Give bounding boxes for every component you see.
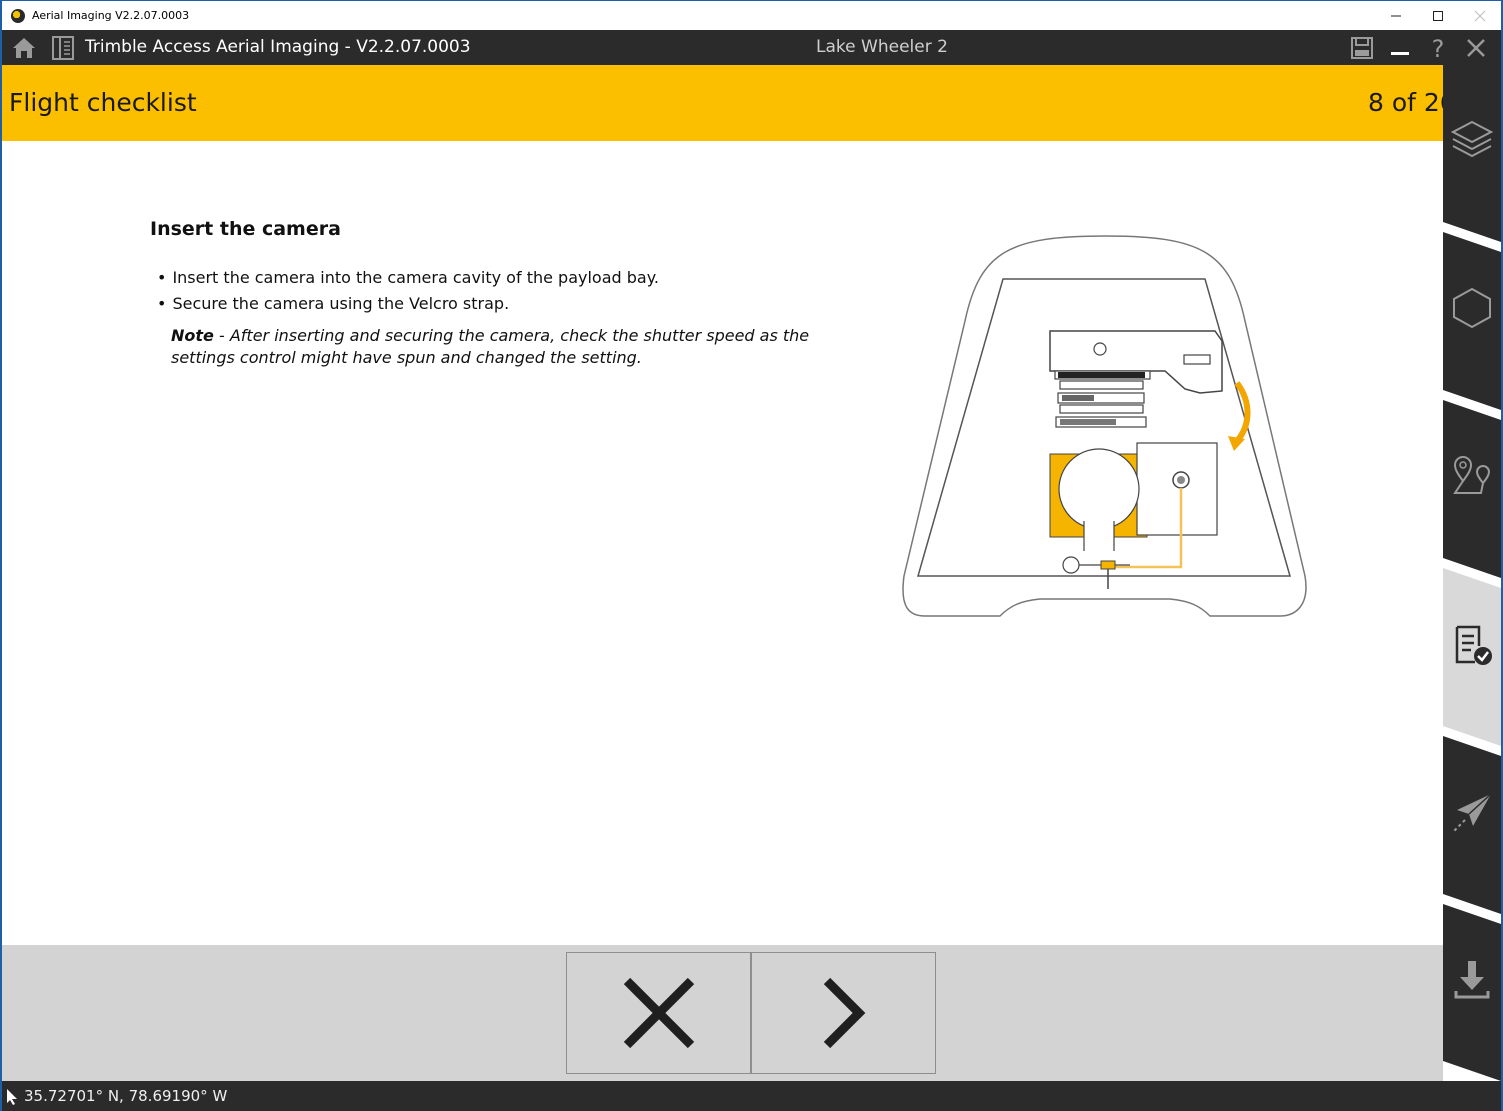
app-logo-icon [11, 8, 25, 23]
sidebar-tab-download[interactable] [1443, 904, 1501, 1081]
cursor-icon [7, 1089, 17, 1105]
hexagon-icon [1453, 287, 1491, 329]
close-app-button[interactable] [1462, 34, 1490, 62]
instruction-list: Insert the camera into the camera cavity… [157, 265, 659, 317]
camera-insertion-illustration [902, 235, 1307, 617]
window-maximize-button[interactable] [1417, 1, 1459, 31]
panel-icon [52, 36, 74, 60]
project-name: Lake Wheeler 2 [816, 37, 948, 57]
app-header: Trimble Access Aerial Imaging - V2.2.07.… [2, 30, 1501, 65]
step-content: Insert the camera Insert the camera into… [2, 141, 1443, 945]
maximize-icon [1433, 11, 1443, 21]
chevron-right-icon [823, 977, 865, 1049]
cancel-button[interactable] [566, 952, 751, 1074]
minimize-app-button[interactable] [1386, 34, 1414, 62]
status-bar: 35.72701° N, 78.69190° W [2, 1081, 1501, 1111]
minimize-icon [1391, 52, 1409, 55]
sidebar-tab-flight[interactable] [1443, 736, 1501, 899]
instruction-item: Secure the camera using the Velcro strap… [157, 291, 659, 317]
window-minimize-button[interactable] [1375, 1, 1417, 31]
step-counter: 8 of 26 [1368, 88, 1443, 117]
window-close-button[interactable] [1459, 1, 1501, 31]
save-button[interactable] [1348, 34, 1376, 62]
next-button[interactable] [751, 952, 936, 1074]
minimize-icon [1391, 15, 1401, 17]
close-x-icon [623, 977, 694, 1049]
save-icon [1351, 37, 1373, 59]
sidebar-tab-locations[interactable] [1443, 400, 1501, 563]
note-label: Note [171, 326, 214, 345]
window-controls [1375, 1, 1501, 31]
close-icon [1474, 10, 1486, 22]
close-icon [1467, 39, 1485, 57]
checklist-icon [1455, 625, 1492, 665]
cursor-coordinates: 35.72701° N, 78.69190° W [24, 1087, 228, 1105]
layers-icon [1451, 120, 1493, 158]
instruction-item: Insert the camera into the camera cavity… [157, 265, 659, 291]
window-titlebar: Aerial Imaging V2.2.07.0003 [2, 0, 1501, 30]
home-icon [13, 38, 35, 58]
svg-text:?: ? [1432, 35, 1445, 61]
help-button[interactable]: ? [1424, 34, 1452, 62]
page-title: Flight checklist [9, 88, 197, 117]
step-heading: Insert the camera [150, 218, 341, 240]
help-icon: ? [1432, 35, 1445, 61]
home-button[interactable] [10, 35, 38, 61]
note-text: - After inserting and securing the camer… [171, 326, 810, 367]
map-pin-icon [1453, 456, 1491, 494]
app-title: Trimble Access Aerial Imaging - V2.2.07.… [85, 37, 471, 57]
download-icon [1454, 961, 1490, 999]
paper-plane-icon [1452, 793, 1492, 833]
checklist-banner: Flight checklist 8 of 26 [2, 65, 1443, 141]
panel-toggle-button[interactable] [50, 35, 76, 61]
app-window: Aerial Imaging V2.2.07.0003 Trimble Acce… [0, 0, 1503, 1111]
note: Note - After inserting and securing the … [171, 325, 831, 369]
right-sidebar [1443, 65, 1501, 1081]
window-title: Aerial Imaging V2.2.07.0003 [32, 9, 190, 22]
sidebar-tab-checklist[interactable] [1443, 568, 1501, 731]
sidebar-tab-layers[interactable] [1443, 65, 1501, 227]
bottom-action-bar [2, 945, 1443, 1081]
sidebar-tab-area[interactable] [1443, 232, 1501, 395]
